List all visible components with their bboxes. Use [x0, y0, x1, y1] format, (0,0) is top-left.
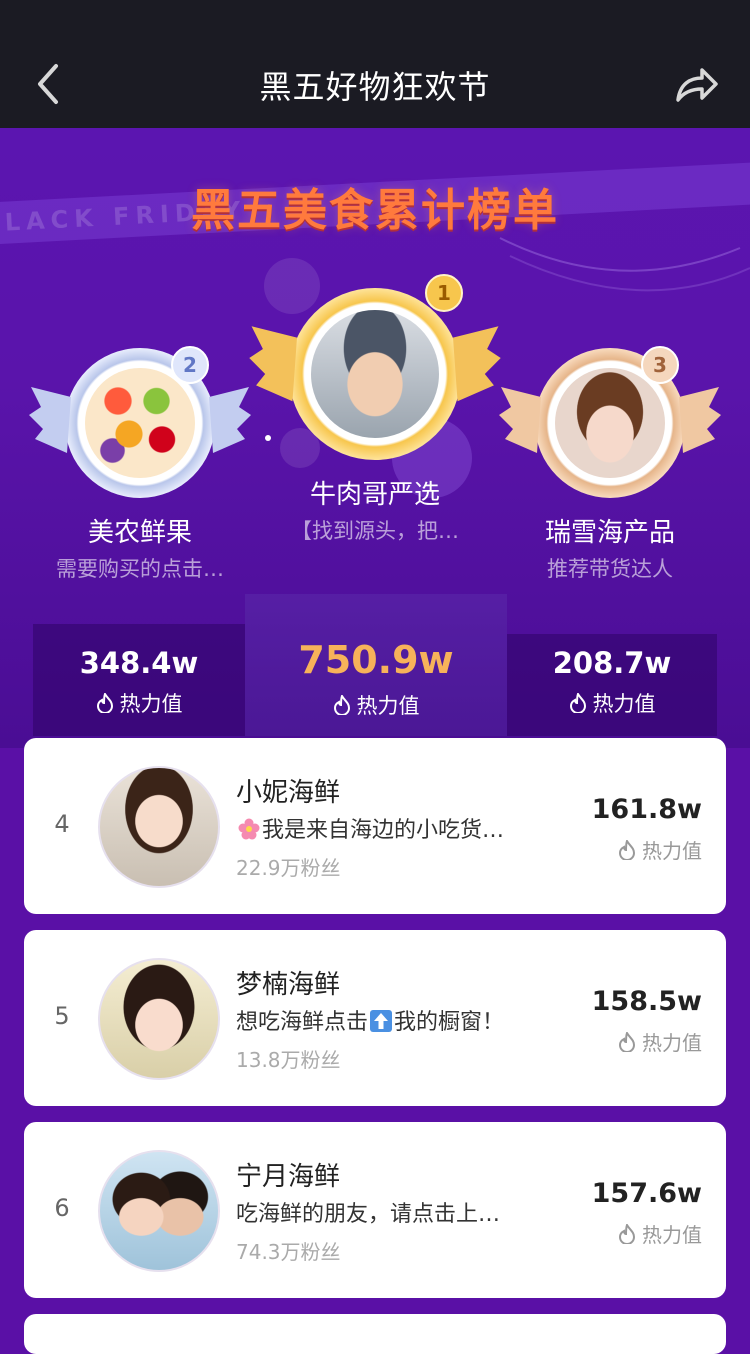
fans-count: 22.9万粉丝 — [236, 856, 341, 880]
stat-rank-3: 208.7w 热力值 — [507, 646, 717, 718]
user-name: 梦楠海鲜 — [236, 970, 341, 1000]
heat-label-row: 热力值 — [592, 1027, 702, 1056]
user-name: 宁月海鲜 — [236, 1162, 341, 1192]
rank-badge: 2 — [171, 346, 209, 384]
flame-icon — [333, 695, 350, 715]
list-item[interactable]: 5 梦楠海鲜 想吃海鲜点击 我的橱窗！ 13.8万粉丝 158.5w 热力值 — [24, 930, 726, 1106]
heat-value: 157.6w — [591, 1178, 702, 1209]
heat-label-row: 热力值 — [592, 835, 702, 864]
share-icon[interactable] — [672, 62, 720, 106]
heat-label-row: 热力值 — [245, 690, 507, 720]
rank-badge: 3 — [641, 346, 679, 384]
podium-rank-1[interactable]: 1 牛肉哥严选 【找到源头，把… — [249, 274, 501, 545]
podium-name: 牛肉哥严选 — [309, 480, 440, 510]
heat-value: 158.5w — [591, 986, 702, 1017]
podium-rank-2[interactable]: 2 美农鲜果 需要购买的点击… — [29, 346, 251, 583]
list-item[interactable] — [24, 1314, 726, 1354]
wing-icon — [499, 387, 541, 453]
user-desc: 我是来自海边的小吃货… — [236, 812, 504, 844]
heat-value: 161.8w — [591, 794, 702, 825]
flower-icon — [238, 818, 260, 840]
podium-desc: 需要购买的点击… — [56, 557, 224, 581]
list-item[interactable]: 4 小妮海鲜 我是来自海边的小吃货… 22.9万粉丝 161.8w 热力值 — [24, 738, 726, 914]
rank-number: 5 — [54, 1002, 70, 1030]
user-desc: 吃海鲜的朋友，请点击上… — [236, 1202, 501, 1227]
heat-label-row: 热力值 — [507, 688, 717, 718]
wing-icon — [453, 326, 501, 402]
heat-label: 热力值 — [642, 1223, 702, 1247]
user-desc-text: 想吃海鲜点击 — [236, 1010, 369, 1035]
avatar — [311, 310, 439, 438]
flame-icon — [618, 839, 636, 860]
stat-rank-1: 750.9w 热力值 — [245, 638, 507, 720]
flame-icon — [96, 693, 113, 713]
bronze-frame: 3 — [499, 346, 721, 498]
flame-icon — [618, 1031, 636, 1052]
avatar[interactable] — [98, 1150, 220, 1272]
heat-stats-strip: 348.4w 热力值 750.9w 热力值 208.7w 热力值 — [33, 594, 717, 736]
heat-label: 热力值 — [119, 692, 183, 716]
avatar — [555, 368, 665, 478]
top-nav-bar: 黑五好物狂欢节 — [0, 0, 750, 128]
silver-frame: 2 — [29, 346, 251, 498]
avatar[interactable] — [98, 958, 220, 1080]
heat-score: 158.5w 热力值 — [592, 986, 702, 1056]
rank-number: 6 — [54, 1194, 70, 1222]
up-arrow-icon — [370, 1010, 393, 1032]
heat-label-row: 热力值 — [33, 688, 245, 718]
wing-icon — [679, 387, 721, 453]
fans-count: 74.3万粉丝 — [236, 1240, 341, 1264]
stat-rank-2: 348.4w 热力值 — [33, 646, 245, 718]
heat-score: 157.6w 热力值 — [592, 1178, 702, 1248]
podium-desc: 推荐带货达人 — [547, 557, 673, 581]
heat-value: 348.4w — [79, 646, 199, 680]
heat-label: 热力值 — [642, 839, 702, 863]
heat-label: 热力值 — [356, 694, 420, 718]
avatar[interactable] — [98, 766, 220, 888]
wing-icon — [29, 387, 71, 453]
avatar — [85, 368, 195, 478]
heat-label: 热力值 — [642, 1031, 702, 1055]
user-desc-text-tail: 我的橱窗！ — [394, 1010, 505, 1035]
flame-icon — [618, 1223, 636, 1244]
heat-value: 208.7w — [552, 646, 672, 680]
podium-name: 瑞雪海产品 — [544, 518, 675, 548]
user-name: 小妮海鲜 — [236, 778, 341, 808]
user-desc: 想吃海鲜点击 我的橱窗！ — [236, 1004, 504, 1036]
heat-score: 161.8w 热力值 — [592, 794, 702, 864]
heat-label-row: 热力值 — [592, 1219, 702, 1248]
podium-desc: 【找到源头，把… — [291, 519, 459, 543]
podium-name: 美农鲜果 — [87, 518, 192, 548]
heat-label: 热力值 — [592, 692, 656, 716]
gold-frame: 1 — [249, 274, 501, 460]
rank-number: 4 — [54, 810, 70, 838]
list-item[interactable]: 6 宁月海鲜 吃海鲜的朋友，请点击上… 74.3万粉丝 157.6w 热力值 — [24, 1122, 726, 1298]
user-desc-text: 我是来自海边的小吃货… — [262, 818, 505, 843]
rank-badge: 1 — [425, 274, 463, 312]
heat-value: 750.9w — [298, 638, 454, 682]
page-title: 黑五好物狂欢节 — [259, 68, 491, 106]
podium-rank-3[interactable]: 3 瑞雪海产品 推荐带货达人 — [499, 346, 721, 583]
flame-icon — [569, 693, 586, 713]
wing-icon — [249, 326, 297, 402]
fans-count: 13.8万粉丝 — [236, 1048, 341, 1072]
